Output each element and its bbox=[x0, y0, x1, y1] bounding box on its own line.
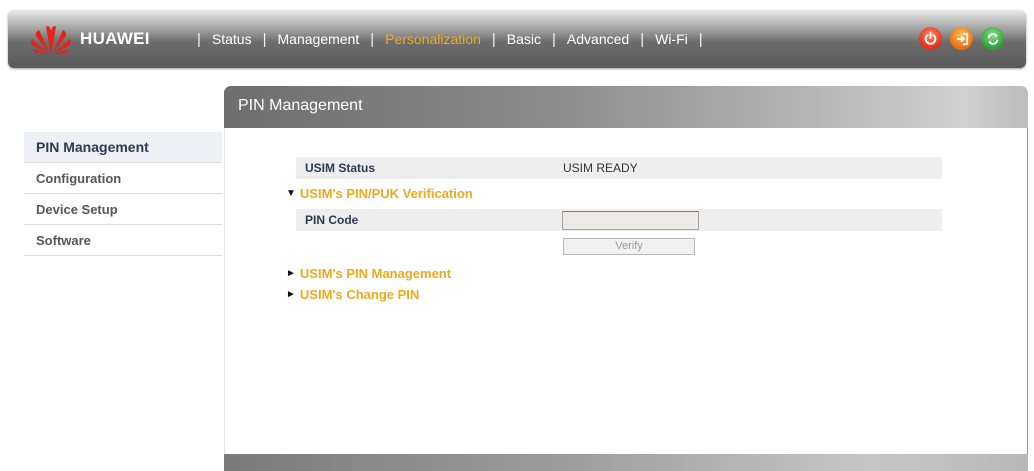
nav-separator: | bbox=[491, 30, 496, 48]
sidebar-item-configuration[interactable]: Configuration bbox=[24, 163, 222, 194]
nav-item-personalization[interactable]: Personalization bbox=[385, 31, 481, 47]
collapsed-arrow-icon: ► bbox=[286, 289, 296, 300]
section-title-label: USIM's Change PIN bbox=[299, 287, 420, 302]
logout-button[interactable] bbox=[950, 27, 973, 50]
nav-item-advanced[interactable]: Advanced bbox=[567, 31, 629, 47]
section-pin-management[interactable]: ► USIM's PIN Management bbox=[286, 266, 451, 281]
panel-header: PIN Management bbox=[224, 86, 1028, 128]
nav-item-status[interactable]: Status bbox=[212, 31, 252, 47]
sidebar-item-software[interactable]: Software bbox=[24, 225, 222, 256]
verify-button[interactable]: Verify bbox=[563, 238, 695, 255]
section-title-label: USIM's PIN Management bbox=[299, 266, 452, 281]
refresh-button[interactable] bbox=[981, 27, 1004, 50]
nav-item-management[interactable]: Management bbox=[278, 31, 360, 47]
refresh-icon bbox=[987, 32, 998, 45]
pin-code-label: PIN Code bbox=[305, 213, 359, 227]
expanded-arrow-icon: ▼ bbox=[286, 188, 296, 199]
pin-code-input[interactable] bbox=[562, 211, 699, 230]
huawei-logo[interactable]: HUAWEI bbox=[30, 23, 150, 55]
sidebar-item-pin-management[interactable]: PIN Management bbox=[24, 132, 222, 163]
header-actions bbox=[919, 27, 1004, 50]
huawei-logo-icon bbox=[31, 26, 71, 54]
power-button[interactable] bbox=[919, 27, 942, 50]
sidebar: PIN Management Configuration Device Setu… bbox=[24, 132, 222, 256]
nav-separator: | bbox=[640, 30, 645, 48]
section-pin-puk-verification[interactable]: ▼ USIM's PIN/PUK Verification bbox=[286, 186, 473, 201]
sidebar-item-device-setup[interactable]: Device Setup bbox=[24, 194, 222, 225]
logout-icon bbox=[956, 32, 968, 45]
nav-item-basic[interactable]: Basic bbox=[507, 31, 541, 47]
brand-name: HUAWEI bbox=[80, 29, 150, 48]
power-icon bbox=[924, 31, 937, 45]
nav-item-wifi[interactable]: Wi-Fi bbox=[655, 31, 688, 47]
panel-footer-bar bbox=[224, 454, 1028, 471]
section-change-pin[interactable]: ► USIM's Change PIN bbox=[286, 287, 419, 302]
nav-separator: | bbox=[197, 30, 201, 48]
usim-status-row: USIM Status USIM READY bbox=[296, 157, 942, 179]
page-title: PIN Management bbox=[238, 97, 363, 114]
section-title-label: USIM's PIN/PUK Verification bbox=[299, 186, 473, 201]
main-nav: | Status | Management | Personalization … bbox=[186, 10, 714, 68]
nav-separator: | bbox=[698, 30, 703, 48]
collapsed-arrow-icon: ► bbox=[286, 268, 296, 279]
nav-separator: | bbox=[552, 30, 556, 48]
usim-status-value: USIM READY bbox=[563, 161, 638, 175]
usim-status-label: USIM Status bbox=[305, 161, 376, 175]
nav-separator: | bbox=[370, 30, 375, 48]
nav-separator: | bbox=[262, 30, 267, 48]
top-navigation-bar: HUAWEI | Status | Management | Personali… bbox=[8, 10, 1026, 68]
